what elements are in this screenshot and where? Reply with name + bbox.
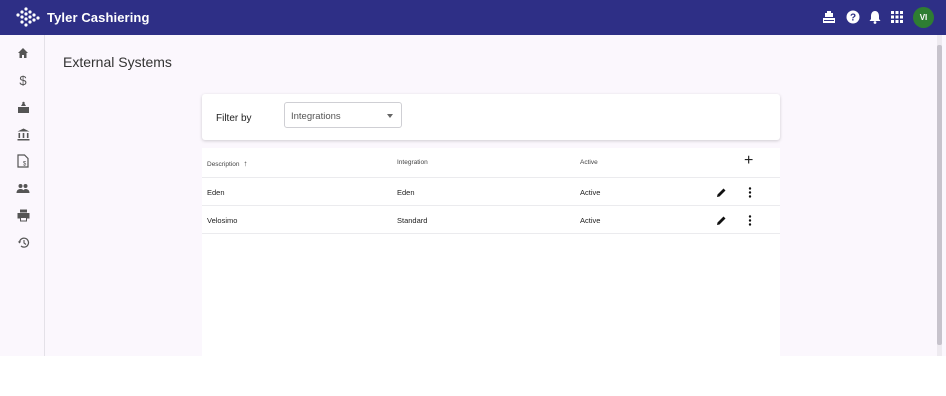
table-header-row: Description ↑ Integration Active + [202, 148, 780, 178]
more-vert-icon[interactable] [744, 214, 756, 226]
vertical-scrollbar[interactable] [937, 35, 942, 356]
page-title: External Systems [63, 54, 172, 70]
cell-active: Active [580, 216, 601, 225]
app-title: Tyler Cashiering [47, 10, 150, 25]
help-icon[interactable]: ? [845, 9, 861, 25]
more-vert-icon[interactable] [744, 186, 756, 198]
svg-text:?: ? [850, 13, 856, 24]
apps-grid-icon[interactable] [889, 9, 905, 25]
cell-description: Eden [207, 188, 225, 197]
column-header-integration[interactable]: Integration [397, 159, 428, 166]
document-icon[interactable]: $ [15, 153, 31, 169]
sort-ascending-icon[interactable]: ↑ [243, 159, 247, 168]
history-icon[interactable] [15, 234, 31, 250]
cell-description: Velosimo [207, 216, 238, 225]
table-row[interactable]: Eden Eden Active [202, 178, 780, 206]
edit-icon[interactable] [715, 214, 727, 226]
home-icon[interactable] [15, 45, 31, 61]
filter-label: Filter by [216, 113, 252, 124]
users-icon[interactable] [15, 180, 31, 196]
payments-icon[interactable] [15, 99, 31, 115]
tyler-logo-icon[interactable] [14, 6, 42, 30]
cashier-icon[interactable] [821, 9, 837, 25]
column-header-active[interactable]: Active [580, 159, 598, 166]
filter-selected-value: Integrations [291, 111, 341, 122]
filter-card: Filter by Integrations [202, 94, 780, 140]
filter-select[interactable]: Integrations [284, 102, 402, 128]
printer-icon[interactable] [15, 207, 31, 223]
cell-integration: Standard [397, 216, 428, 225]
cell-integration: Eden [397, 188, 415, 197]
column-header-description[interactable]: Description ↑ [207, 159, 247, 168]
sidebar: $ $ [5, 35, 45, 356]
table-row[interactable]: Velosimo Standard Active [202, 206, 780, 234]
external-systems-table: Description ↑ Integration Active + Eden … [202, 148, 780, 356]
add-icon[interactable]: + [744, 152, 753, 170]
dollar-icon[interactable]: $ [15, 72, 31, 88]
edit-icon[interactable] [715, 186, 727, 198]
scrollbar-thumb[interactable] [937, 45, 942, 345]
bank-icon[interactable] [15, 126, 31, 142]
notifications-icon[interactable] [867, 9, 883, 25]
app-window: Tyler Cashiering ? VI $ $ External Syste… [0, 0, 946, 356]
user-avatar[interactable]: VI [913, 7, 934, 28]
top-app-bar: Tyler Cashiering ? VI [0, 0, 946, 35]
svg-text:$: $ [19, 73, 27, 87]
chevron-down-icon [387, 114, 393, 118]
cell-active: Active [580, 188, 601, 197]
